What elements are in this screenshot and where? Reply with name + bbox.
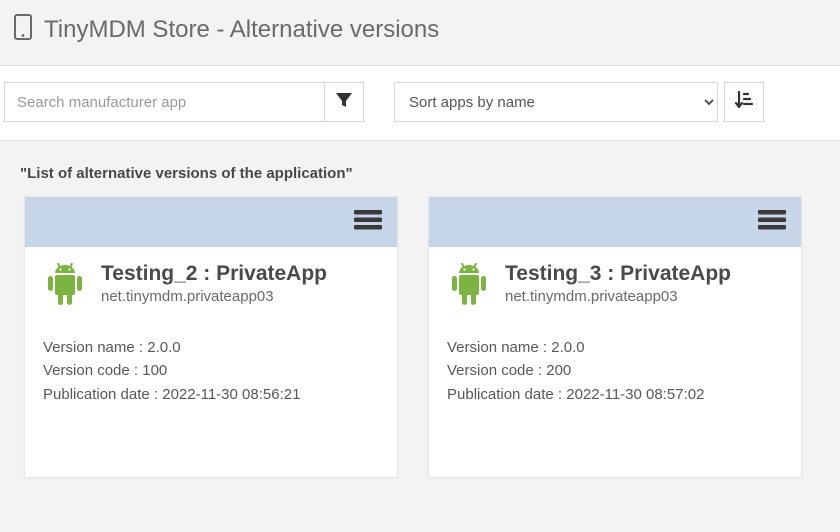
cards-container: Testing_2 : PrivateApp net.tinymdm.priva… — [0, 196, 840, 478]
card-title-row: Testing_2 : PrivateApp net.tinymdm.priva… — [43, 261, 379, 316]
version-name-row: Version name : 2.0.0 — [447, 336, 783, 359]
card-title-block: Testing_2 : PrivateApp net.tinymdm.priva… — [101, 261, 327, 305]
app-card: Testing_3 : PrivateApp net.tinymdm.priva… — [428, 196, 802, 478]
search-input[interactable] — [4, 82, 324, 122]
card-body: Testing_3 : PrivateApp net.tinymdm.priva… — [429, 247, 801, 477]
card-package: net.tinymdm.privateapp03 — [101, 288, 327, 305]
funnel-icon — [334, 90, 354, 115]
pub-date-label: Publication date : — [43, 386, 158, 403]
card-header — [429, 197, 801, 247]
card-title: Testing_3 : PrivateApp — [505, 261, 731, 286]
version-name-value: 2.0.0 — [147, 339, 180, 356]
filter-button[interactable] — [324, 82, 364, 122]
pub-date-value: 2022-11-30 08:56:21 — [162, 386, 300, 403]
card-title-row: Testing_3 : PrivateApp net.tinymdm.priva… — [447, 261, 783, 316]
version-code-label: Version code : — [43, 362, 138, 379]
phone-icon — [14, 14, 32, 45]
card-body: Testing_2 : PrivateApp net.tinymdm.priva… — [25, 247, 397, 477]
page-title: TinyMDM Store - Alternative versions — [44, 16, 439, 44]
pub-date-row: Publication date : 2022-11-30 08:56:21 — [43, 383, 379, 406]
android-icon — [43, 263, 87, 316]
sort-select[interactable]: Sort apps by name — [394, 82, 718, 122]
pub-date-row: Publication date : 2022-11-30 08:57:02 — [447, 383, 783, 406]
card-menu-button[interactable] — [755, 205, 789, 239]
pub-date-value: 2022-11-30 08:57:02 — [566, 386, 704, 403]
version-code-value: 100 — [142, 362, 167, 379]
version-name-value: 2.0.0 — [551, 339, 584, 356]
card-menu-button[interactable] — [351, 205, 385, 239]
version-name-label: Version name : — [43, 339, 143, 356]
android-icon — [447, 263, 491, 316]
search-group — [4, 82, 364, 122]
sort-group: Sort apps by name — [394, 82, 764, 122]
hamburger-icon — [354, 209, 382, 236]
hamburger-icon — [758, 209, 786, 236]
pub-date-label: Publication date : — [447, 386, 562, 403]
app-card: Testing_2 : PrivateApp net.tinymdm.priva… — [24, 196, 398, 478]
sort-icon — [733, 89, 755, 116]
version-code-row: Version code : 100 — [43, 359, 379, 382]
card-title-block: Testing_3 : PrivateApp net.tinymdm.priva… — [505, 261, 731, 305]
card-header — [25, 197, 397, 247]
sort-direction-button[interactable] — [724, 82, 764, 122]
card-title: Testing_2 : PrivateApp — [101, 261, 327, 286]
version-name-row: Version name : 2.0.0 — [43, 336, 379, 359]
version-code-row: Version code : 200 — [447, 359, 783, 382]
version-code-value: 200 — [546, 362, 571, 379]
card-details: Version name : 2.0.0 Version code : 100 … — [43, 336, 379, 406]
card-details: Version name : 2.0.0 Version code : 200 … — [447, 336, 783, 406]
version-code-label: Version code : — [447, 362, 542, 379]
version-name-label: Version name : — [447, 339, 547, 356]
card-package: net.tinymdm.privateapp03 — [505, 288, 731, 305]
section-label: "List of alternative versions of the app… — [0, 141, 840, 196]
page-header: TinyMDM Store - Alternative versions — [0, 0, 840, 65]
toolbar: Sort apps by name — [0, 65, 840, 141]
